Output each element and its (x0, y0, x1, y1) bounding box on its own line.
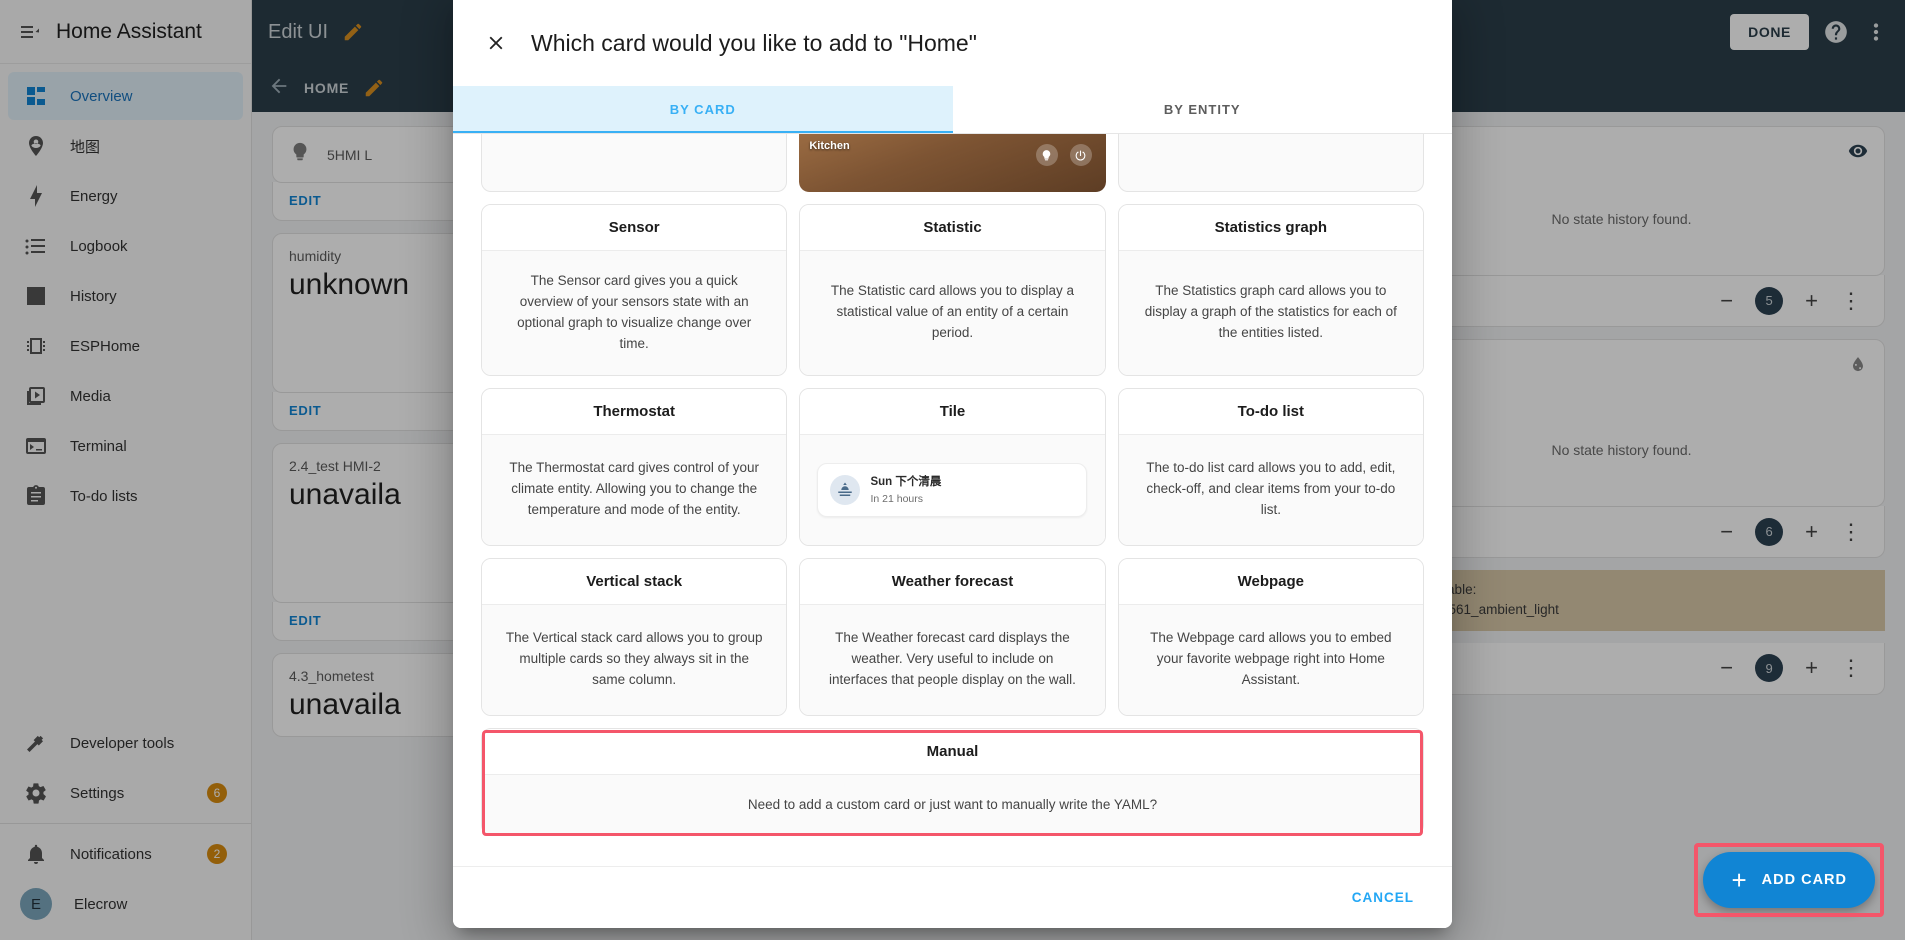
card-option-title: To-do list (1119, 389, 1423, 435)
card-option-todo-list[interactable]: To-do list The to-do list card allows yo… (1118, 388, 1424, 546)
card-option-title: Weather forecast (800, 559, 1104, 605)
card-option-webpage[interactable]: Webpage The Webpage card allows you to e… (1118, 558, 1424, 716)
card-option-title: Manual (482, 729, 1423, 775)
tab-by-entity[interactable]: BY ENTITY (953, 86, 1453, 133)
card-option-sensor[interactable]: Sensor The Sensor card gives you a quick… (481, 204, 787, 376)
card-picker-list[interactable]: Kitchen Sensor The Sensor card gives yo (453, 134, 1452, 866)
card-option-description: The Thermostat card gives control of you… (482, 435, 786, 545)
tab-by-card[interactable]: BY CARD (453, 86, 953, 133)
card-option-description: The Weather forecast card displays the w… (800, 605, 1104, 715)
card-option-description: The Webpage card allows you to embed you… (1119, 605, 1423, 715)
card-option-description: The Statistic card allows you to display… (800, 251, 1104, 375)
card-option-manual[interactable]: Manual Need to add a custom card or just… (481, 728, 1424, 835)
tile-title: Sun 下个清晨 (870, 476, 941, 488)
card-option-description: The Statistics graph card allows you to … (1119, 251, 1423, 375)
clipped-picture-card[interactable]: Kitchen (799, 134, 1105, 192)
add-card-button[interactable]: + ADD CARD (1703, 852, 1875, 908)
tile-subtitle: In 21 hours (870, 493, 923, 505)
dialog-header: Which card would you like to add to "Hom… (453, 0, 1452, 86)
kitchen-label: Kitchen (809, 140, 849, 152)
add-card-fab-wrapper: + ADD CARD (1703, 852, 1875, 908)
card-option-description: The Sensor card gives you a quick overvi… (482, 251, 786, 375)
card-option-statistics-graph[interactable]: Statistics graph The Statistics graph ca… (1118, 204, 1424, 376)
card-option-description: The Vertical stack card allows you to gr… (482, 605, 786, 715)
card-option-title: Tile (800, 389, 1104, 435)
card-option-description: Need to add a custom card or just want t… (482, 775, 1423, 834)
power-icon[interactable] (1070, 144, 1092, 166)
card-option-tile[interactable]: Tile Sun 下个清晨 In 21 hours (799, 388, 1105, 546)
cancel-button[interactable]: CANCEL (1340, 880, 1426, 915)
lightbulb-icon[interactable] (1036, 144, 1058, 166)
weather-sunset-icon (830, 475, 860, 505)
add-card-label: ADD CARD (1762, 872, 1847, 888)
clipped-card-row: Kitchen (481, 134, 1424, 192)
card-option-statistic[interactable]: Statistic The Statistic card allows you … (799, 204, 1105, 376)
clipped-card[interactable] (481, 134, 787, 192)
card-type-grid: Sensor The Sensor card gives you a quick… (481, 204, 1424, 716)
card-option-weather-forecast[interactable]: Weather forecast The Weather forecast ca… (799, 558, 1105, 716)
card-option-preview: Sun 下个清晨 In 21 hours (800, 435, 1104, 545)
close-icon[interactable] (483, 30, 509, 56)
card-option-title: Statistics graph (1119, 205, 1423, 251)
card-option-vertical-stack[interactable]: Vertical stack The Vertical stack card a… (481, 558, 787, 716)
tile-preview: Sun 下个清晨 In 21 hours (817, 463, 1087, 517)
card-option-title: Webpage (1119, 559, 1423, 605)
manual-card-wrapper: Manual Need to add a custom card or just… (481, 728, 1424, 835)
card-option-description: The to-do list card allows you to add, e… (1119, 435, 1423, 545)
kitchen-photo: Kitchen (799, 134, 1105, 192)
plus-icon: + (1731, 867, 1747, 893)
card-option-title: Vertical stack (482, 559, 786, 605)
clipped-card[interactable] (1118, 134, 1424, 192)
dialog-tabs: BY CARD BY ENTITY (453, 86, 1452, 134)
add-card-dialog: Which card would you like to add to "Hom… (453, 0, 1452, 928)
card-option-title: Statistic (800, 205, 1104, 251)
card-option-title: Sensor (482, 205, 786, 251)
dialog-footer: CANCEL (453, 866, 1452, 928)
dialog-title: Which card would you like to add to "Hom… (531, 30, 977, 57)
card-option-title: Thermostat (482, 389, 786, 435)
card-option-thermostat[interactable]: Thermostat The Thermostat card gives con… (481, 388, 787, 546)
